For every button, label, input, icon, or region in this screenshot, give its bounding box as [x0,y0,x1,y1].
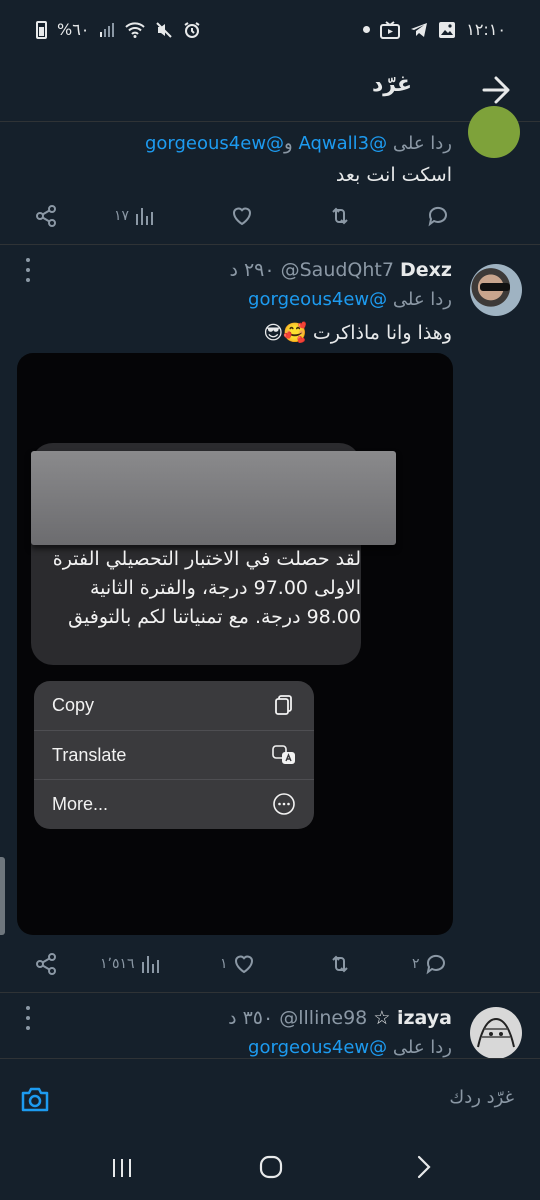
reply-to-line: ردا على @Aqwall3 و@gorgeous4ew [145,133,452,154]
recent-apps-icon[interactable] [110,1156,134,1180]
share-icon [36,205,56,227]
username[interactable]: @SaudQht7 [281,259,394,281]
views-icon [141,956,159,973]
views-count: ١٬٥١٦ [100,956,135,972]
tweet-divider [0,244,540,245]
reply-button[interactable]: ٢ [412,949,448,979]
translate-icon [272,745,295,764]
views-icon [136,208,154,225]
top-header: غرّد [0,60,540,122]
avatar[interactable] [470,1007,522,1059]
reply-button[interactable] [426,201,450,231]
heart-icon [232,207,252,226]
reply-input[interactable]: غرّد ردك [449,1087,514,1108]
back-arrow-icon[interactable] [476,70,516,110]
reply-icon [426,954,445,975]
more-options-icon[interactable] [22,258,34,282]
tweet-time: ٣٥٠ د [228,1007,274,1029]
avatar[interactable] [470,264,522,316]
like-count: ١ [220,956,228,972]
notification-dot [363,26,371,33]
reply-compose-bar: غرّد ردك [0,1058,540,1138]
retweet-button[interactable] [328,201,352,231]
anime-avatar-drawing [477,1017,515,1048]
like-button[interactable]: ١ [220,949,256,979]
copy-icon [275,695,292,715]
tweet-time: ٢٩٠ د [229,259,275,281]
telegram-icon [411,22,428,37]
battery-level: %٦٠ [57,20,90,39]
username[interactable]: @llline98 [279,1007,367,1029]
display-name[interactable]: izaya ☆ [373,1007,452,1029]
views-count: ١٧ [114,208,130,224]
scroll-edge-indicator [0,857,5,935]
reply-prefix: ردا على [392,1037,452,1058]
camera-icon[interactable] [20,1085,50,1113]
views-button[interactable]: ١٧ [114,201,157,231]
redacted-block [31,451,396,545]
share-icon [36,953,56,975]
reply-prefix: ردا على [392,133,452,154]
gallery-icon [439,21,456,38]
menu-item-more: More... [34,780,314,829]
reply-to-line: ردا على @gorgeous4ew [248,289,452,310]
clock: ١٢:١٠ [466,20,506,39]
menu-item-label: Translate [52,745,127,765]
alarm-icon [184,21,200,38]
tweet-media-image[interactable]: لقد حصلت في الاختبار التحصيلي الفترة الا… [17,353,453,935]
reply-to-line: ردا على @gorgeous4ew [248,1037,452,1058]
context-menu: Copy Translate More... [34,681,314,829]
reply-icon [428,206,447,227]
system-nav-bar [0,1138,540,1200]
mute-icon [156,21,173,38]
reply-handle[interactable]: @gorgeous4ew [248,1037,387,1058]
tweet-divider [0,992,540,993]
message-text: لقد حصلت في الاختبار التحصيلي الفترة الا… [52,548,361,628]
views-button[interactable]: ١٬٥١٦ [100,949,163,979]
home-icon[interactable] [258,1154,284,1180]
tweet-text: اسكت انت بعد [335,164,452,186]
wifi-icon [125,21,146,38]
avatar[interactable] [468,106,520,158]
retweet-icon [332,955,348,973]
share-button[interactable] [34,949,58,979]
reply-handle[interactable]: @gorgeous4ew [248,289,387,310]
retweet-icon [332,207,348,225]
like-button[interactable] [230,201,254,231]
reply-conjunction: و [284,133,293,154]
status-bar: %٦٠ ١٢:١٠ [0,0,540,60]
tweet-actions: ١٧ [34,201,454,231]
more-circle-icon [273,793,295,815]
tweet-actions: ١٬٥١٦ ١ ٢ [34,949,454,979]
battery-icon [36,20,47,39]
reply-prefix: ردا على [392,289,452,310]
back-nav-icon[interactable] [412,1154,436,1180]
retweet-button[interactable] [328,949,352,979]
signal-icon [100,22,115,37]
page-title: غرّد [371,72,412,97]
header-divider [0,121,540,122]
tweet-text: وهذا وانا ماذاكرت 🥰😎 [263,322,452,344]
reply-handle[interactable]: @Aqwall3 [298,133,387,154]
reply-handle[interactable]: @gorgeous4ew [145,133,284,154]
heart-icon [234,955,253,974]
reply-count: ٢ [412,956,420,972]
tv-icon [380,20,401,39]
share-button[interactable] [34,201,58,231]
more-options-icon[interactable] [22,1006,34,1030]
tweet-header: izaya ☆ @llline98 ٣٥٠ د [228,1007,452,1029]
menu-item-label: More... [52,794,109,814]
menu-item-copy: Copy [34,681,314,730]
menu-item-translate: Translate [34,731,314,780]
menu-item-label: Copy [52,695,95,715]
display-name[interactable]: Dexz [400,259,452,281]
tweet-header: Dexz @SaudQht7 ٢٩٠ د [229,259,452,281]
